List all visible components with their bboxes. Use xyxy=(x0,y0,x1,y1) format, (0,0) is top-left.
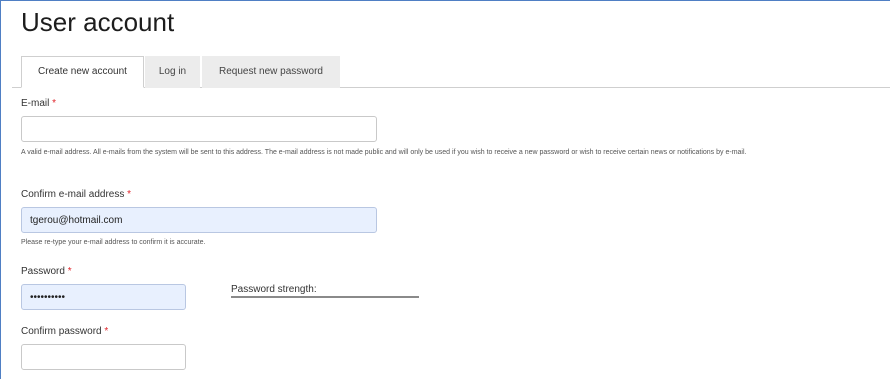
required-marker: * xyxy=(104,326,109,337)
required-marker: * xyxy=(52,98,57,109)
password-strength-bar xyxy=(231,296,419,298)
tab-create-new-account[interactable]: Create new account xyxy=(21,56,144,88)
email-label-text: E-mail xyxy=(21,98,50,109)
password-strength-label: Password strength: xyxy=(231,284,317,295)
email-label: E-mail * xyxy=(21,98,56,110)
email-field[interactable] xyxy=(21,116,377,142)
confirm-password-label: Confirm password * xyxy=(21,326,108,338)
confirm-email-field[interactable] xyxy=(21,207,377,233)
confirm-password-field[interactable] xyxy=(21,344,186,370)
tab-log-in[interactable]: Log in xyxy=(145,56,200,88)
confirm-email-description: Please re-type your e-mail address to co… xyxy=(21,239,206,246)
email-description: A valid e-mail address. All e-mails from… xyxy=(21,149,747,156)
required-marker: * xyxy=(67,266,72,277)
confirm-email-label-text: Confirm e-mail address xyxy=(21,189,125,200)
page-title: User account xyxy=(21,7,175,37)
confirm-email-label: Confirm e-mail address * xyxy=(21,189,131,201)
password-label: Password * xyxy=(21,266,72,278)
password-field[interactable] xyxy=(21,284,186,310)
required-marker: * xyxy=(127,189,132,200)
password-label-text: Password xyxy=(21,266,65,277)
tab-request-new-password[interactable]: Request new password xyxy=(202,56,340,88)
confirm-password-label-text: Confirm password xyxy=(21,326,102,337)
